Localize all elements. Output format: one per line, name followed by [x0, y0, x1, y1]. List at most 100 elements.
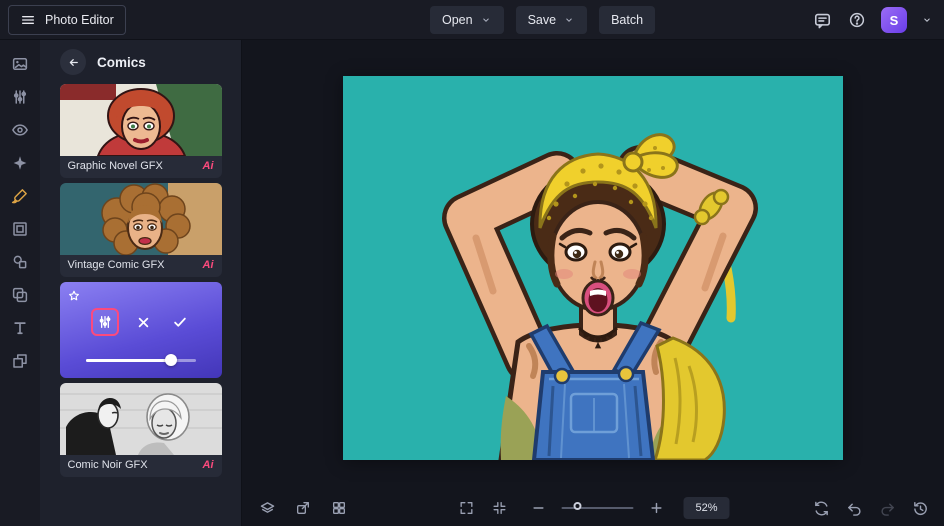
- card-label-row: Comic Noir GFX Ai: [60, 455, 222, 477]
- history-icon: [912, 500, 929, 517]
- rail-item-textures[interactable]: [0, 344, 40, 377]
- avatar-initial: S: [889, 12, 899, 28]
- apps-grid-button[interactable]: [329, 498, 349, 518]
- chevron-down-icon: [921, 14, 933, 26]
- help-button[interactable]: [846, 9, 868, 31]
- history-controls: [811, 490, 930, 526]
- panel-title: Comics: [97, 54, 146, 70]
- close-icon: [135, 314, 152, 331]
- ai-badge: Ai: [202, 259, 214, 271]
- shapes-icon: [11, 253, 29, 271]
- frame-icon: [11, 220, 29, 238]
- star-icon: [67, 289, 81, 303]
- effect-label: Graphic Novel GFX: [67, 160, 163, 172]
- rail-item-overlays[interactable]: [0, 278, 40, 311]
- account-avatar[interactable]: S: [881, 7, 907, 33]
- compare-button[interactable]: [811, 498, 831, 518]
- zoom-out-button[interactable]: [528, 498, 548, 518]
- undo-button[interactable]: [844, 498, 864, 518]
- statusbar: 52%: [242, 490, 944, 526]
- active-effect-card[interactable]: [59, 282, 222, 378]
- rail-item-effects[interactable]: [0, 146, 40, 179]
- slider-handle[interactable]: [165, 354, 178, 366]
- topbar-actions: Open Save Batch: [430, 0, 656, 40]
- ai-badge: Ai: [202, 459, 214, 471]
- layers-button[interactable]: [257, 498, 277, 518]
- undo-icon: [846, 500, 863, 517]
- history-button[interactable]: [910, 498, 930, 518]
- fit-screen-icon: [458, 500, 474, 516]
- card-label-row: Graphic Novel GFX Ai: [60, 156, 222, 178]
- eye-icon: [11, 121, 29, 139]
- layers-icon: [259, 500, 276, 517]
- back-button[interactable]: [60, 49, 86, 75]
- rail-item-library[interactable]: [0, 47, 40, 80]
- actual-size-icon: [491, 500, 507, 516]
- open-button-label: Open: [442, 13, 473, 27]
- zoom-slider[interactable]: [561, 502, 634, 514]
- adjust-sliders-icon: [11, 88, 29, 106]
- zoom-in-icon: [648, 500, 664, 516]
- effect-label: Comic Noir GFX: [67, 459, 148, 471]
- account-menu-button[interactable]: [920, 9, 934, 31]
- favorite-button[interactable]: [67, 289, 81, 303]
- effect-settings-button[interactable]: [90, 308, 119, 336]
- rail-item-edit[interactable]: [0, 80, 40, 113]
- redo-icon: [879, 500, 896, 517]
- save-button-label: Save: [527, 13, 557, 27]
- rail-item-artsy[interactable]: [0, 179, 40, 212]
- rail-item-graphics[interactable]: [0, 245, 40, 278]
- effect-intensity-slider[interactable]: [85, 354, 196, 366]
- comics-panel: Comics Graphic Novel GFX Ai Vintage Comi…: [40, 40, 242, 526]
- effect-card-vintage-comic[interactable]: Vintage Comic GFX Ai: [59, 183, 222, 277]
- textures-icon: [11, 352, 29, 370]
- overlays-icon: [11, 286, 29, 304]
- effect-label: Vintage Comic GFX: [67, 259, 165, 271]
- ai-badge: Ai: [202, 160, 214, 172]
- zoom-in-button[interactable]: [646, 498, 666, 518]
- batch-button[interactable]: Batch: [599, 6, 656, 34]
- zoom-out-icon: [530, 500, 546, 516]
- panel-header: Comics: [40, 40, 241, 84]
- feedback-button[interactable]: [811, 9, 833, 31]
- app-title: Photo Editor: [45, 12, 114, 27]
- tool-rail: [0, 40, 40, 526]
- export-icon: [295, 500, 311, 516]
- zoom-controls: 52%: [456, 490, 730, 526]
- feedback-icon: [813, 11, 832, 30]
- zoom-level[interactable]: 52%: [683, 497, 730, 519]
- pop-art-portrait: [343, 76, 843, 460]
- fit-screen-button[interactable]: [456, 498, 476, 518]
- rail-item-text[interactable]: [0, 311, 40, 344]
- help-icon: [848, 11, 866, 29]
- topbar: Photo Editor Open Save Batch S: [0, 0, 944, 40]
- image-icon: [11, 55, 29, 73]
- comic-noir-thumbnail: [59, 383, 222, 455]
- check-icon: [171, 313, 189, 331]
- effect-card-comic-noir[interactable]: Comic Noir GFX Ai: [59, 383, 222, 477]
- batch-button-label: Batch: [611, 13, 644, 27]
- export-button[interactable]: [293, 498, 313, 518]
- graphic-novel-thumbnail: [59, 84, 222, 156]
- save-button[interactable]: Save: [515, 6, 588, 34]
- paintbrush-icon: [11, 187, 29, 205]
- effect-card-graphic-novel[interactable]: Graphic Novel GFX Ai: [59, 84, 222, 178]
- redo-button[interactable]: [877, 498, 897, 518]
- canvas-image[interactable]: [343, 76, 843, 460]
- zoom-slider-track: [561, 507, 634, 509]
- rail-item-touchup[interactable]: [0, 113, 40, 146]
- rail-item-frames[interactable]: [0, 212, 40, 245]
- zoom-slider-handle[interactable]: [573, 502, 582, 510]
- app-menu-button[interactable]: Photo Editor: [8, 4, 126, 35]
- open-button[interactable]: Open: [430, 6, 504, 34]
- apply-effect-button[interactable]: [169, 311, 191, 333]
- back-arrow-icon: [66, 55, 81, 70]
- actual-size-button[interactable]: [489, 498, 509, 518]
- canvas-area: 52%: [242, 40, 944, 526]
- vintage-comic-thumbnail: [59, 183, 222, 255]
- chevron-down-icon: [563, 14, 575, 26]
- cancel-effect-button[interactable]: [133, 311, 155, 333]
- topbar-right: S: [811, 0, 934, 40]
- statusbar-left: [257, 490, 349, 526]
- settings-sliders-icon: [97, 314, 113, 330]
